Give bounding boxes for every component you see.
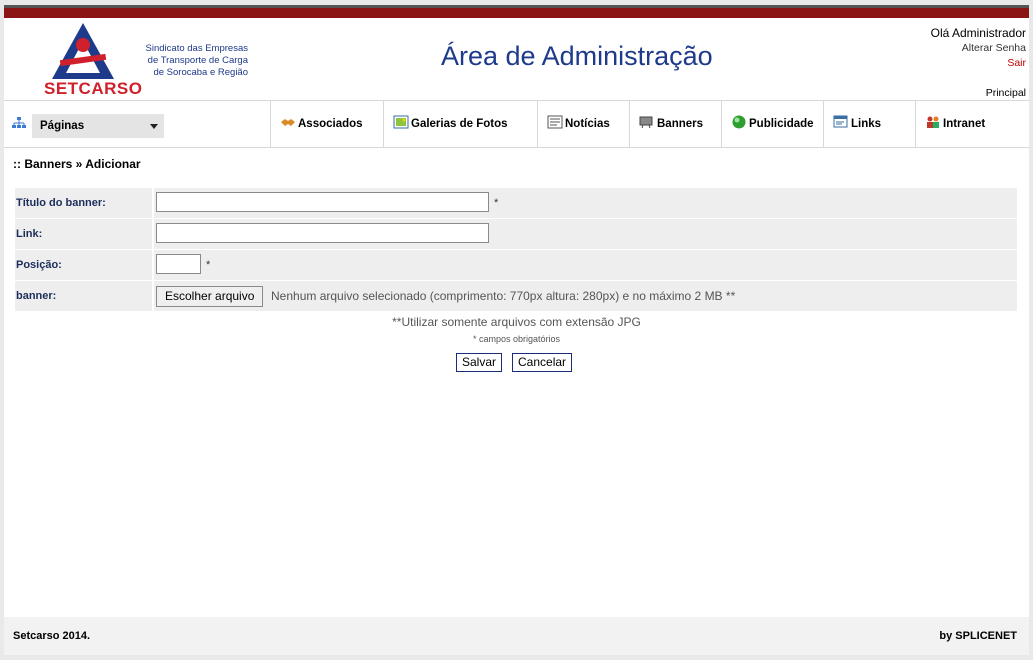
save-button[interactable]: Salvar — [456, 353, 503, 372]
title-field-cell: * — [154, 188, 1017, 218]
header-red-bar — [4, 8, 1029, 18]
green-orb-icon — [732, 115, 746, 129]
nav-associados[interactable]: Associados — [270, 101, 383, 147]
banner-form: Título do banner: * Link: Posição: * ban… — [15, 188, 1017, 312]
banner-row: banner: Escolher arquivo Nenhum arquivo … — [15, 281, 1017, 311]
cancel-button[interactable]: Cancelar — [512, 353, 573, 372]
required-mark: * — [494, 197, 499, 209]
logo-emblem-icon — [52, 23, 114, 79]
change-password-link[interactable]: Alterar Senha — [962, 42, 1026, 54]
handshake-icon — [281, 119, 295, 126]
nav-banners[interactable]: Banners — [629, 101, 721, 147]
nav-intranet-label: Intranet — [943, 118, 986, 130]
links-icon — [833, 115, 848, 128]
nav-associados-label: Associados — [298, 118, 363, 130]
position-input[interactable] — [156, 254, 201, 274]
required-fields-note: * campos obrigatórios — [472, 334, 561, 344]
required-mark: * — [206, 259, 211, 271]
nav-noticias[interactable]: Notícias — [537, 101, 629, 147]
position-row: Posição: * — [15, 250, 1017, 280]
footer-copyright: Setcarso 2014. — [13, 630, 91, 642]
sitemap-icon — [12, 117, 26, 128]
title-label: Título do banner: — [15, 188, 152, 218]
title-row: Título do banner: * — [15, 188, 1017, 218]
banner-icon — [639, 116, 653, 129]
link-label: Link: — [15, 219, 152, 249]
file-status-note: Nenhum arquivo selecionado (comprimento:… — [271, 289, 736, 303]
logo-subtitle: Sindicato das Empresas de Transporte de … — [145, 43, 248, 78]
principal-link[interactable]: Principal — [986, 87, 1026, 99]
news-icon — [547, 115, 563, 129]
logo-brand-text: SETCARSO — [44, 79, 143, 98]
choose-file-button[interactable]: Escolher arquivo — [156, 286, 264, 307]
position-field-cell: * — [154, 250, 1017, 280]
banner-field-cell: Escolher arquivo Nenhum arquivo selecion… — [154, 281, 1017, 311]
nav-galerias-label: Galerias de Fotos — [411, 118, 508, 130]
logout-link[interactable]: Sair — [1007, 57, 1026, 69]
nav-galerias[interactable]: Galerias de Fotos — [383, 101, 537, 147]
pages-dropdown-label: Páginas — [40, 120, 85, 132]
user-greeting: Olá Administrador — [930, 26, 1026, 40]
chevron-down-icon — [150, 124, 158, 129]
banner-label: banner: — [15, 281, 152, 311]
users-icon — [927, 116, 939, 128]
main-nav: Páginas Associados Galerias de Fotos Not… — [4, 100, 1029, 148]
page-frame: SETCARSO Sindicato das Empresas de Trans… — [4, 5, 1029, 655]
nav-intranet[interactable]: Intranet — [915, 101, 1029, 147]
nav-noticias-label: Notícias — [565, 118, 610, 130]
jpg-only-note: **Utilizar somente arquivos com extensão… — [392, 315, 641, 329]
pages-dropdown[interactable]: Páginas — [32, 114, 164, 138]
position-label: Posição: — [15, 250, 152, 280]
setcarso-logo[interactable]: SETCARSO Sindicato das Empresas de Trans… — [42, 21, 262, 101]
nav-banners-label: Banners — [657, 118, 704, 130]
link-input[interactable] — [156, 223, 489, 243]
page-title: Área de Administração — [441, 41, 713, 71]
footer-credit[interactable]: by SPLICENET — [939, 630, 1017, 642]
nav-links[interactable]: Links — [823, 101, 915, 147]
nav-publicidade-label: Publicidade — [749, 118, 814, 130]
nav-publicidade[interactable]: Publicidade — [721, 101, 823, 147]
link-row: Link: — [15, 219, 1017, 249]
footer: Setcarso 2014. by SPLICENET — [4, 617, 1029, 655]
nav-links-label: Links — [851, 118, 882, 130]
title-input[interactable] — [156, 192, 489, 212]
link-field-cell — [154, 219, 1017, 249]
breadcrumb: :: Banners » Adicionar — [13, 157, 141, 171]
photo-gallery-icon — [393, 115, 409, 129]
